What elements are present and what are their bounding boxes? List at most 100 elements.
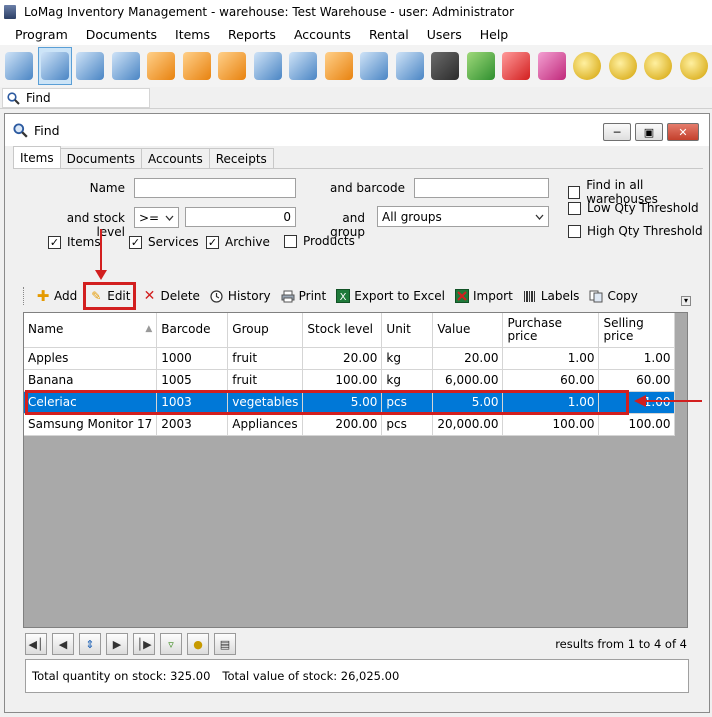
menu-rental[interactable]: Rental [360,27,418,42]
menu-help[interactable]: Help [471,27,518,42]
move-button[interactable] [286,47,320,85]
last-record-button[interactable]: │▶ [133,633,155,655]
prev-record-button[interactable]: ◀ [52,633,74,655]
return-button[interactable] [215,47,249,85]
prices-button[interactable] [322,47,356,85]
issue-doc-button[interactable] [144,47,178,85]
tags-button[interactable] [499,47,533,85]
coins-sync-button[interactable] [606,47,640,85]
table-cell: Celeriac [24,391,158,414]
tab-items[interactable]: Items [13,146,61,168]
checklist-button[interactable] [428,47,462,85]
results-count: results from 1 to 4 of 4 [555,637,687,651]
tab-receipts[interactable]: Receipts [208,148,274,168]
shipment-button[interactable] [393,47,427,85]
low-qty-label: Low Qty Threshold [587,201,699,215]
column-header-unit[interactable]: Unit [381,313,434,348]
tab-documents[interactable]: Documents [59,148,142,168]
maximize-button[interactable]: ▣ [635,123,663,141]
name-input[interactable] [134,178,296,198]
tag-icon [502,52,531,80]
coins-add-button[interactable] [641,47,675,85]
high-qty-checkbox[interactable]: High Qty Threshold [568,224,703,238]
menu-program[interactable]: Program [6,27,77,42]
group-select[interactable]: All groups [377,206,549,227]
subtab-divider [13,168,703,169]
menu-documents[interactable]: Documents [77,27,166,42]
column-header-group[interactable]: Group [227,313,304,348]
coins-refresh-icon [608,52,637,80]
archive-checkbox[interactable]: ✓ Archive [206,235,270,249]
delete-button[interactable]: ✕ Delete [138,285,203,307]
column-header-stock-level[interactable]: Stock level [302,313,383,348]
stock-operator-select[interactable]: >= [134,207,179,228]
exchange-button[interactable] [357,47,391,85]
table-row[interactable]: Apples 1000 fruit 20.00 kg 20.00 1.00 1.00 [24,347,676,370]
services-checkbox[interactable]: ✓ Services [129,235,199,249]
boxes-icon [76,52,105,80]
dollar-icon [324,52,353,80]
document-tab-strip: Find [0,87,712,109]
coins-help-button[interactable] [570,47,604,85]
funnel-icon: ▿ [168,637,174,651]
svg-text:X: X [340,292,347,303]
delivery-button[interactable] [464,47,498,85]
delete-button-label: Delete [160,289,200,303]
export-excel-button[interactable]: X Export to Excel [332,285,449,307]
excel-icon: X [336,289,351,303]
column-header-purchase-price[interactable]: Purchase price [502,313,600,348]
table-cell: pcs [381,391,434,414]
menu-users[interactable]: Users [418,27,471,42]
prev-icon: ◀ [58,637,68,651]
menu-items[interactable]: Items [166,27,219,42]
menu-reports[interactable]: Reports [219,27,285,42]
receipt-doc-button[interactable] [109,47,143,85]
toolbar-overflow-button[interactable]: ▾ [681,296,691,306]
history-button[interactable]: History [206,285,275,307]
find-doc-tab[interactable]: Find [2,88,150,108]
menu-accounts[interactable]: Accounts [285,27,360,42]
items-checkbox[interactable]: ✓ Items [48,235,101,249]
column-header-value[interactable]: Value [432,313,504,348]
high-qty-label: High Qty Threshold [587,224,703,238]
barcode-input[interactable] [414,178,549,198]
tips-button[interactable]: ● [187,633,209,655]
import-button[interactable]: Import [451,285,517,307]
column-header-selling-price[interactable]: Selling price [598,313,676,348]
edit-button[interactable]: ✎ Edit [83,282,137,310]
products-checkbox[interactable]: Products [284,234,355,248]
report-button[interactable]: ▤ [214,633,236,655]
table-cell: pcs [381,413,434,436]
find-button[interactable] [37,47,72,85]
labels-button[interactable]: Labels [519,285,584,307]
column-header-name[interactable]: Name ▲ [24,313,158,348]
coins-extra-button[interactable] [677,47,711,85]
next-record-button[interactable]: ▶ [106,633,128,655]
transfer-button[interactable] [180,47,214,85]
chevron-down-icon [165,215,174,221]
coins-icon [679,52,708,80]
add-button[interactable]: ✚ Add [32,285,81,307]
close-button[interactable]: ✕ [667,123,699,141]
stock-button[interactable] [73,47,107,85]
first-record-button[interactable]: ◀│ [25,633,47,655]
plus-icon: ✚ [36,287,50,305]
package-button[interactable] [251,47,285,85]
copy-button[interactable]: Copy [585,285,641,307]
stock-value-input[interactable]: 0 [185,207,296,227]
table-row[interactable]: Banana 1005 fruit 100.00 kg 6,000.00 60.00 60.0… [24,369,676,392]
table-row[interactable]: Samsung Monitor 17 2003 Appliances 200.00 pc… [24,413,676,436]
filter-button[interactable]: ▿ [160,633,182,655]
table-row[interactable]: Celeriac 1003 vegetables 5.00 pcs 5.00 1.00 1.0… [24,391,676,414]
column-header-barcode[interactable]: Barcode [156,313,229,348]
low-qty-checkbox[interactable]: Low Qty Threshold [568,201,699,215]
checkmark-icon: ✓ [206,235,219,249]
warehouse-button[interactable] [2,47,36,85]
print-button[interactable]: Print [277,285,331,307]
minimize-button[interactable]: ─ [603,123,631,141]
magnifier-icon [7,91,20,105]
tab-accounts[interactable]: Accounts [141,148,210,168]
table-cell: 60.00 [502,369,600,392]
cart-button[interactable] [535,47,569,85]
sort-button[interactable]: ⇕ [79,633,101,655]
